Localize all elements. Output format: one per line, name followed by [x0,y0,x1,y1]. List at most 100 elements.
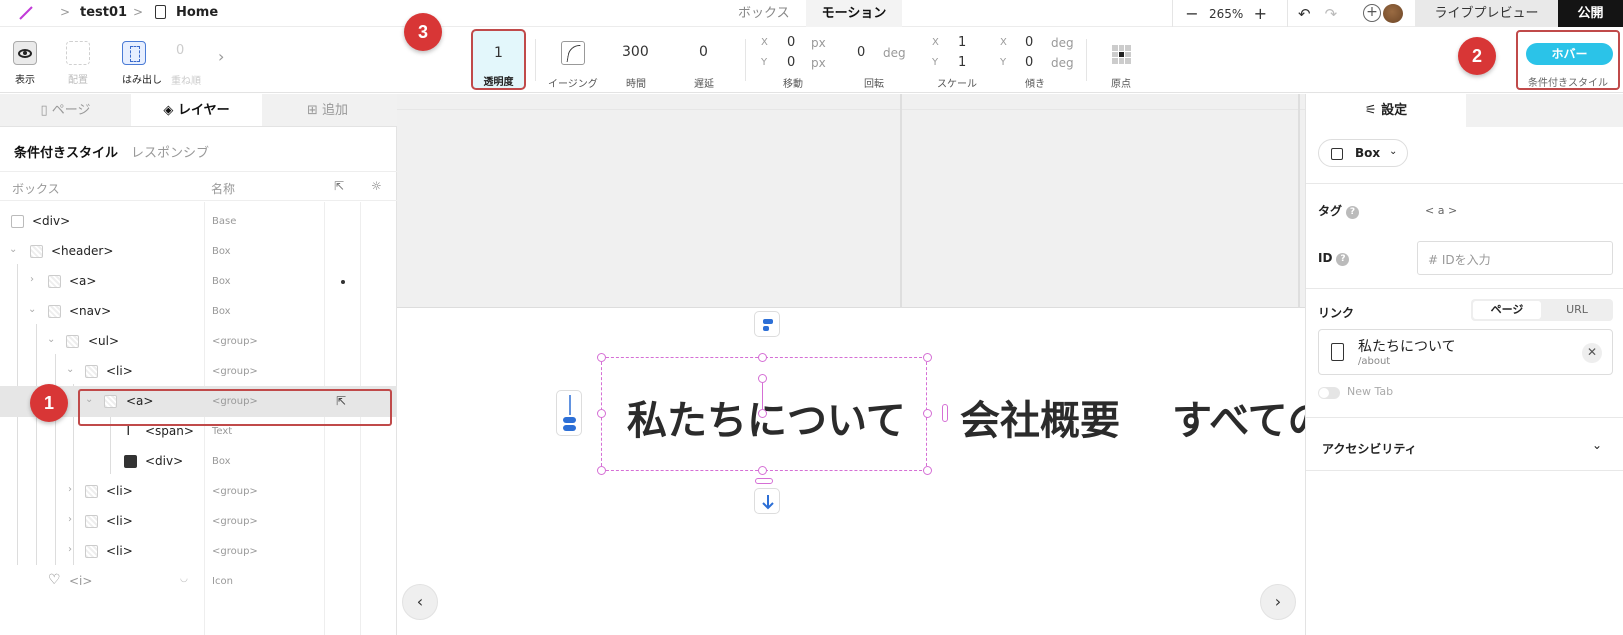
padding-bottom-handle[interactable] [754,488,780,514]
new-tab-toggle[interactable] [1318,387,1340,399]
logo-icon[interactable] [18,6,34,20]
hidden-icon[interactable]: ◡ [180,574,188,584]
accessibility-section[interactable]: アクセシビリティ [1322,440,1417,457]
nav-item-company[interactable]: 会社概要 [960,388,1120,446]
layer-row[interactable]: <div> Box [0,446,397,477]
tab-pages[interactable]: ▯ ページ [0,94,131,126]
layer-row[interactable]: <div> Base [0,206,397,237]
move-x-value[interactable]: 0 [787,35,795,50]
tab-box[interactable]: ボックス [722,0,806,27]
cursor-icon[interactable]: ⇱ [334,179,344,193]
layer-row[interactable]: › <li> <group> [0,536,397,567]
layer-row[interactable]: › <li> <group> [0,476,397,507]
duration-value[interactable]: 300 [622,44,649,60]
scroll-prev-button[interactable]: ‹ [402,584,438,620]
chevron-right-icon[interactable]: › [30,274,34,285]
zoom-in-button[interactable]: + [1251,4,1269,23]
padding-left-handle[interactable] [556,390,582,436]
center-handle[interactable] [758,409,767,418]
resize-handle[interactable] [597,409,606,418]
chevron-right-icon[interactable]: › [68,544,72,555]
chevron-right-icon[interactable]: › [218,47,224,66]
zoom-level[interactable]: 265% [1209,7,1243,21]
tab-layers[interactable]: ◈ レイヤー [131,94,262,126]
link-mode-url[interactable]: URL [1543,301,1611,319]
checkbox[interactable] [11,215,24,228]
chevron-down-icon[interactable]: ⌄ [66,364,74,375]
chevron-down-icon[interactable]: ⌄ [47,334,55,345]
opacity-field[interactable]: 1 透明度 [471,29,526,90]
undo-icon[interactable]: ↶ [1298,5,1311,23]
layer-row[interactable]: › <a> Box [0,266,397,297]
resize-handle[interactable] [923,466,932,475]
layer-name: Box [212,456,231,467]
padding-top-handle[interactable] [754,311,780,337]
link-mode-page[interactable]: ページ [1473,301,1541,319]
close-icon[interactable]: ✕ [1582,343,1602,363]
layer-row[interactable]: ⌄ <nav> Box [0,296,397,327]
scale-y-value[interactable]: 1 [958,55,966,70]
resize-handle[interactable] [923,353,932,362]
breadcrumb-page[interactable]: Home [176,5,218,20]
canvas[interactable]: 私たちについて 会社概要 すべての ‹ › [397,308,1305,635]
element-type-select[interactable]: Box ⌄ [1318,139,1408,167]
layer-row[interactable]: › <li> <group> [0,506,397,537]
resize-handle[interactable] [758,466,767,475]
margin-bottom-handle[interactable] [755,478,773,484]
help-icon[interactable]: ? [1346,206,1360,219]
show-tool[interactable]: 表示 [13,27,37,86]
help-icon[interactable]: ? [1336,253,1350,266]
box-icon [85,365,98,378]
resize-handle[interactable] [597,353,606,362]
chevron-right-icon[interactable]: › [68,484,72,495]
skew-y-value[interactable]: 0 [1025,55,1033,70]
easing-curve-icon[interactable] [561,41,585,65]
scale-x-axis: X [932,37,939,48]
scroll-next-button[interactable]: › [1260,584,1296,620]
z-order-label: 重ね順 [171,76,201,87]
subtab-conditional-style[interactable]: 条件付きスタイル [14,142,118,161]
link-target-card[interactable]: 私たちについて /about ✕ [1318,329,1613,375]
id-input[interactable]: # IDを入力 [1417,241,1613,275]
redo-icon[interactable]: ↷ [1325,5,1338,23]
overflow-tool[interactable]: はみ出し [122,27,162,86]
tab-motion[interactable]: モーション [805,0,903,27]
subtab-responsive[interactable]: レスポンシブ [131,142,209,161]
layer-row[interactable]: ⌄ <ul> <group> [0,326,397,357]
radius-handle[interactable] [758,374,767,383]
id-label-text: ID [1318,251,1333,265]
visibility-icon[interactable]: ☼ [371,179,382,193]
publish-button[interactable]: 公開 [1558,0,1623,27]
resize-handle[interactable] [758,353,767,362]
scale-x-value[interactable]: 1 [958,35,966,50]
chevron-down-icon[interactable]: ⌄ [9,244,17,255]
nav-item-all[interactable]: すべての [1172,388,1305,446]
box-icon [85,485,98,498]
hover-state-button[interactable]: ホバー [1526,43,1613,65]
chevron-down-icon[interactable]: ⌄ [28,304,36,315]
tag-value[interactable]: < a > [1425,204,1457,217]
zoom-out-button[interactable]: − [1183,4,1201,23]
transform-origin-icon[interactable] [1112,45,1131,64]
tab-settings[interactable]: ⚟ 設定 [1306,94,1466,127]
layer-row[interactable]: ⌄ <li> <group> [0,356,397,387]
z-order-value[interactable]: 0 [176,43,184,58]
resize-handle[interactable] [597,466,606,475]
add-collaborator-icon[interactable]: + [1363,4,1381,22]
move-y-value[interactable]: 0 [787,55,795,70]
tab-add[interactable]: ⊞ 追加 [262,94,393,126]
divider [1306,417,1623,418]
place-tool[interactable]: 配置 [66,27,90,86]
skew-x-value[interactable]: 0 [1025,35,1033,50]
live-preview-button[interactable]: ライブプレビュー [1415,0,1558,27]
rotate-value[interactable]: 0 [857,45,865,60]
margin-right-handle[interactable] [942,404,948,422]
chevron-down-icon[interactable]: ⌄ [1592,438,1602,452]
chevron-right-icon[interactable]: › [68,514,72,525]
delay-value[interactable]: 0 [699,44,708,60]
breadcrumb-project[interactable]: test01 [80,5,127,20]
layer-row[interactable]: ⌄ <header> Box [0,236,397,267]
resize-handle[interactable] [923,409,932,418]
avatar[interactable] [1383,4,1403,23]
layer-row[interactable]: ♡ <i> Icon ◡ [0,566,397,597]
